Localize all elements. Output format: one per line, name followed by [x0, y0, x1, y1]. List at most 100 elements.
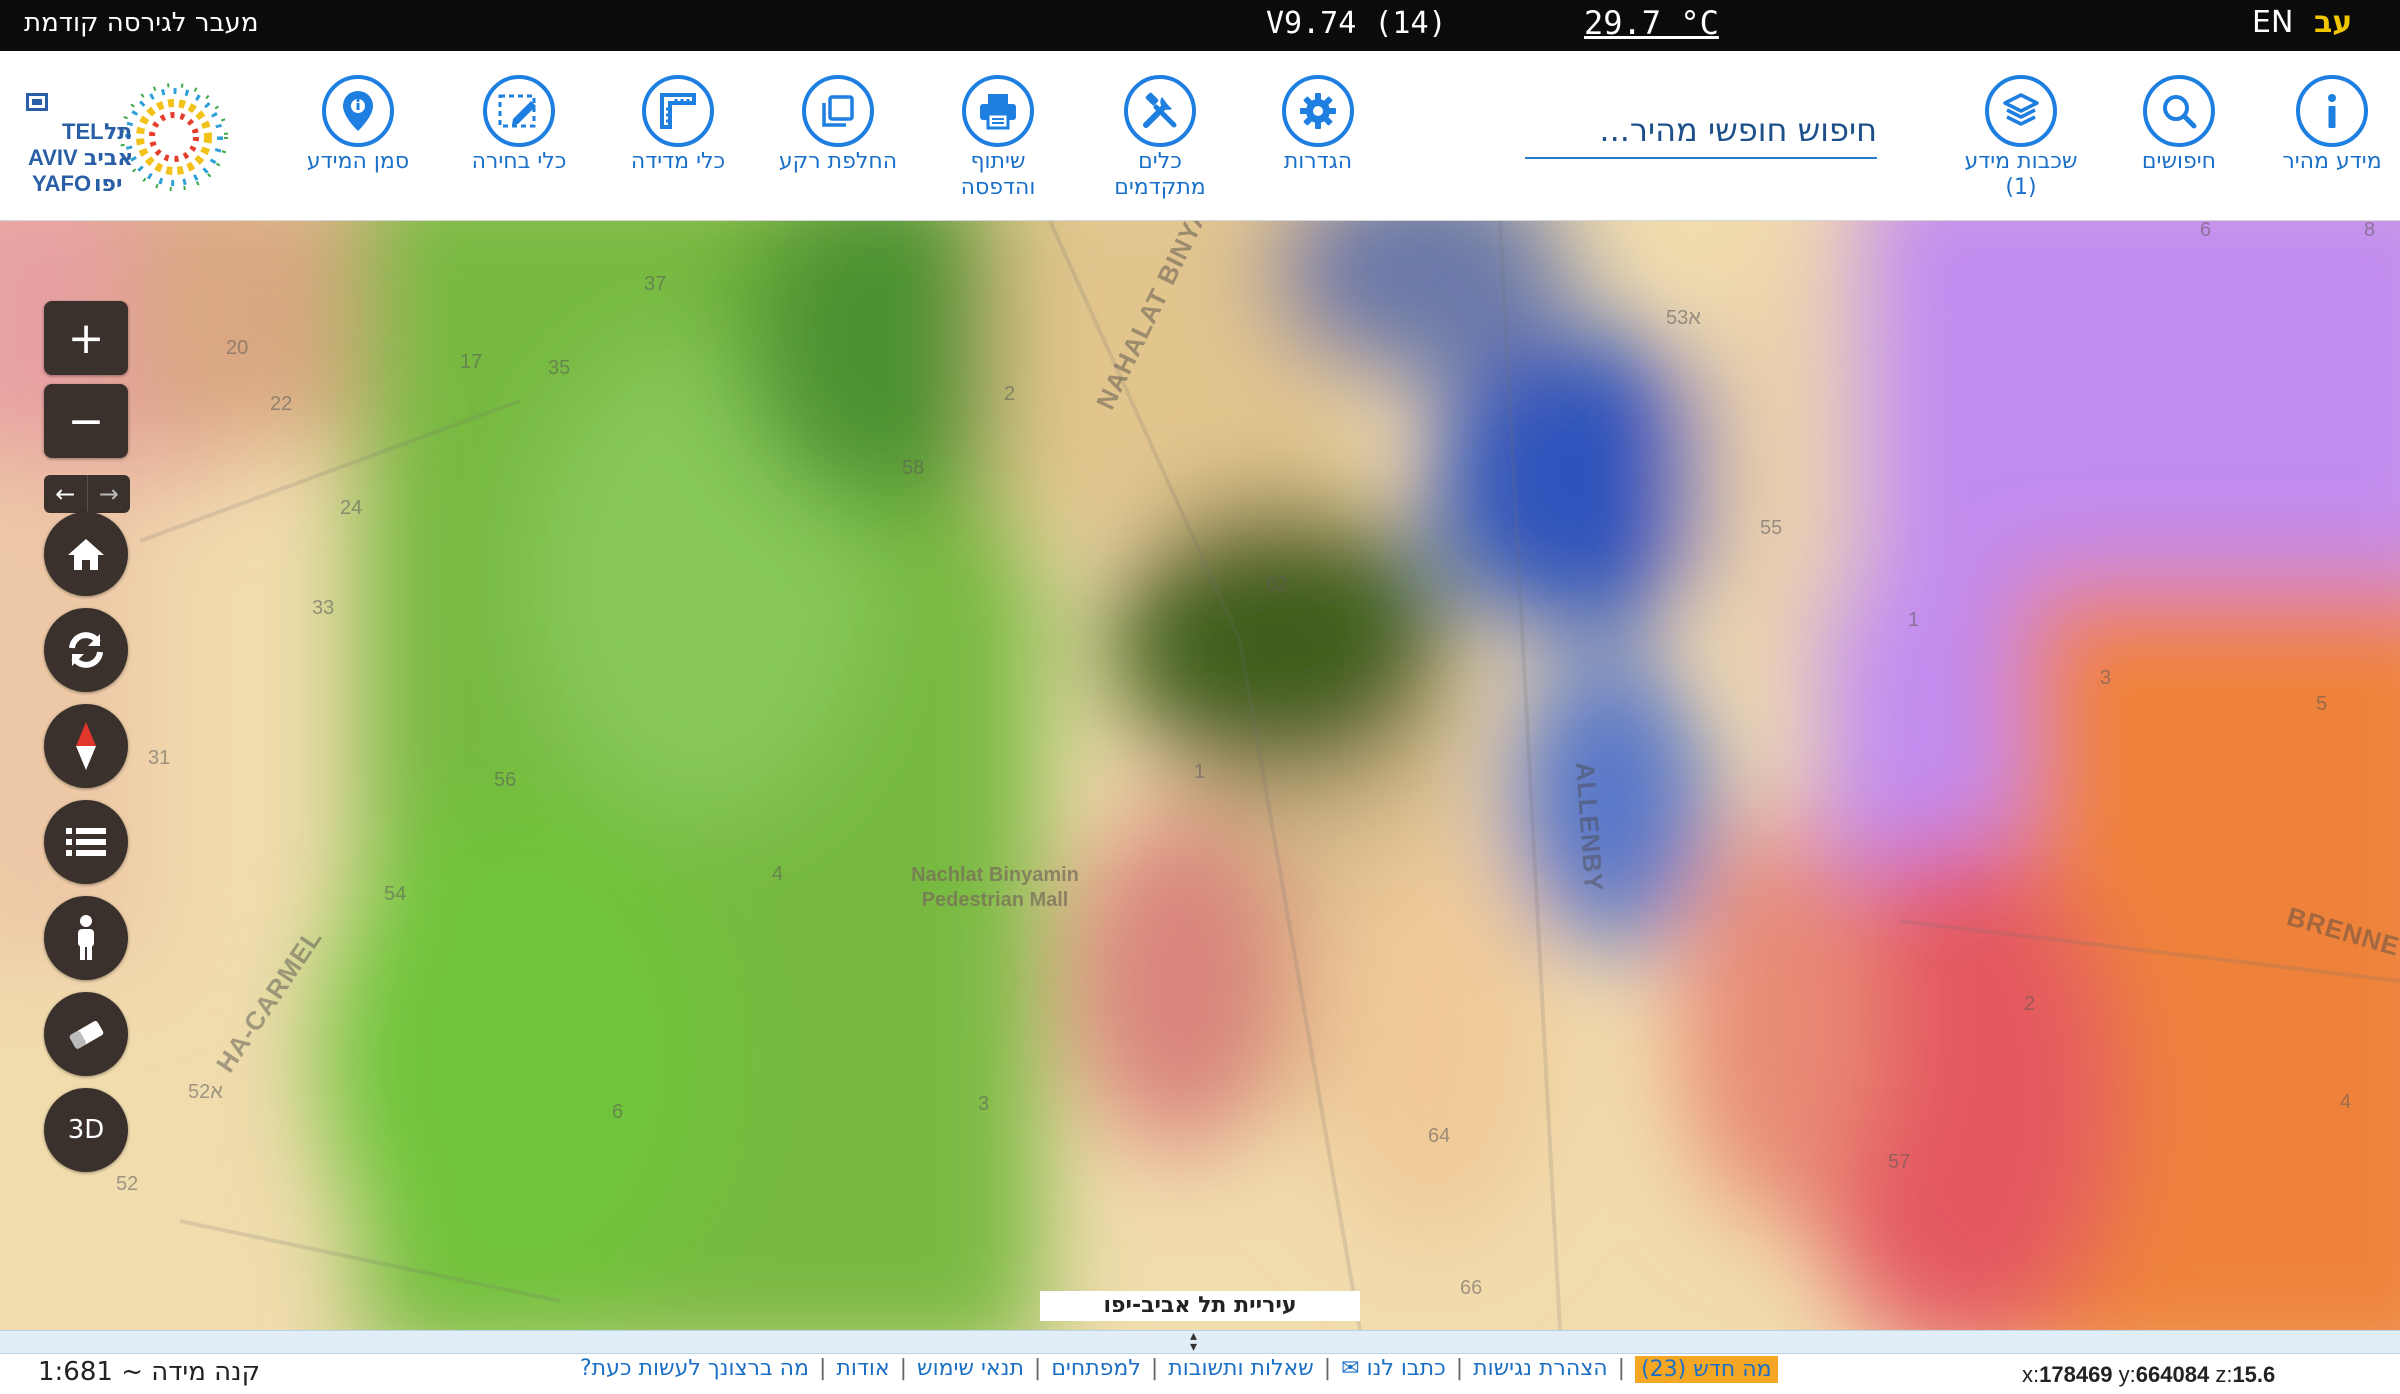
- house-number: 2: [2024, 993, 2036, 1015]
- quick-search-input[interactable]: [1525, 103, 1877, 157]
- back-arrow-icon[interactable]: ←: [44, 475, 87, 513]
- advanced-tools-button[interactable]: כלים מתקדמים: [1085, 75, 1235, 201]
- eraser-icon: [69, 1021, 104, 1049]
- share-print-button[interactable]: שיתוף והדפסה: [923, 75, 1073, 201]
- plus-icon: +: [67, 312, 105, 364]
- house-number: 31: [148, 747, 171, 769]
- footer-link-what-to-do[interactable]: מה ברצונך לעשות כעת?: [580, 1356, 809, 1383]
- svg-text:TEL: TEL: [62, 119, 104, 144]
- street-view-button[interactable]: [44, 896, 128, 980]
- coord-z-value: 15.6: [2232, 1362, 2276, 1387]
- temperature-link[interactable]: 29.7 °C: [1584, 4, 1719, 42]
- footer-link-terms[interactable]: תנאי שימוש: [917, 1356, 1024, 1383]
- coord-z-label: z:: [2209, 1362, 2233, 1387]
- home-icon: [68, 539, 104, 570]
- house-number: 22: [270, 393, 293, 415]
- expand-collapse-icon: ▴ ▾: [1190, 1328, 1198, 1355]
- house-number: 3: [2100, 667, 2112, 689]
- map-pin-icon: [322, 75, 394, 147]
- panel-resize-handle[interactable]: ▴ ▾: [0, 1328, 2400, 1355]
- footer-links: מה ברצונך לעשות כעת? | אודות | תנאי שימו…: [580, 1356, 1778, 1383]
- house-number: 58: [902, 457, 925, 479]
- measure-tools-label: כלי מדידה: [630, 149, 726, 174]
- app-root: מעבר לגירסה קודמת V9.74 (14) 29.7 °C EN …: [0, 0, 2400, 1394]
- house-number: 66: [1460, 1277, 1483, 1299]
- zoom-in-button[interactable]: +: [44, 301, 128, 375]
- house-number: 35: [548, 357, 571, 379]
- home-button[interactable]: [44, 512, 128, 596]
- minus-icon: −: [67, 395, 105, 447]
- measure-tools-button[interactable]: כלי מדידה: [603, 75, 753, 175]
- selection-tools-button[interactable]: כלי בחירה: [444, 75, 594, 175]
- house-number: 6: [612, 1101, 624, 1123]
- zoom-out-button[interactable]: −: [44, 384, 128, 458]
- house-number: 64: [1428, 1125, 1451, 1147]
- info-marker-button[interactable]: סמן המידע: [283, 75, 433, 175]
- ruler-icon: [642, 75, 714, 147]
- logo-confetti-icon: [120, 83, 228, 191]
- 3d-label: 3D: [67, 1115, 105, 1145]
- bottom-bar: קנה מידה ~ 1:681 מה ברצונך לעשות כעת? | …: [0, 1354, 2400, 1394]
- search-icon: [2143, 75, 2215, 147]
- layers-icon: [1985, 75, 2057, 147]
- main-toolbar: TEL AVIV YAFO תל אביב יפו סמן המידע כלי …: [0, 51, 2400, 221]
- house-number: 1: [1908, 609, 1920, 631]
- map-canvas[interactable]: NAHALAT BINYAMIN HA-CARMEL ALLENBY BRENN…: [0, 221, 2400, 1330]
- house-number: 56: [494, 769, 517, 791]
- map-scale-label: קנה מידה ~ 1:681: [38, 1357, 261, 1387]
- searches-button[interactable]: חיפושים: [2104, 75, 2254, 175]
- legend-list-button[interactable]: [44, 800, 128, 884]
- house-number: 6: [2200, 221, 2212, 241]
- house-number: 53א: [1666, 307, 1701, 329]
- compass-button[interactable]: [44, 704, 128, 788]
- quick-search-box: [1525, 103, 1877, 159]
- poi-label-pedestrian-mall: Nachlat Binyamin Pedestrian Mall: [880, 863, 1110, 913]
- poi-name-line1: Nachlat Binyamin: [911, 864, 1079, 886]
- printer-icon: [962, 75, 1034, 147]
- footer-link-contact[interactable]: כתבו לנו ✉: [1341, 1356, 1446, 1383]
- house-number: 62: [1266, 573, 1289, 595]
- forward-arrow-icon[interactable]: →: [86, 475, 131, 513]
- advanced-tools-label-1: כלים: [1138, 149, 1182, 174]
- footer-link-faq[interactable]: שאלות ותשובות: [1168, 1356, 1313, 1383]
- language-english-button[interactable]: EN: [2252, 5, 2293, 40]
- basemap-switch-button[interactable]: החלפת רקע: [763, 75, 913, 175]
- house-number: 52: [116, 1173, 139, 1195]
- footer-link-about[interactable]: אודות: [836, 1356, 889, 1383]
- svg-text:אביב: אביב: [84, 146, 133, 171]
- settings-label: הגדרות: [1283, 149, 1353, 174]
- previous-version-link[interactable]: מעבר לגירסה קודמת: [24, 8, 258, 38]
- quick-info-label: מידע מהיר: [2282, 149, 2382, 174]
- logo-emblem-icon: [26, 93, 48, 111]
- house-number: 37: [644, 273, 667, 295]
- coord-x-value: 178469: [2039, 1362, 2113, 1387]
- version-label: V9.74 (14): [1266, 6, 1447, 41]
- share-print-label-1: שיתוף: [970, 149, 1026, 174]
- house-number: 4: [772, 863, 784, 885]
- svg-text:YAFO: YAFO: [32, 171, 91, 196]
- basemap-switch-label: החלפת רקע: [778, 149, 898, 174]
- searches-label: חיפושים: [2141, 149, 2217, 174]
- whats-new-badge[interactable]: מה חדש (23): [1635, 1356, 1778, 1383]
- tel-aviv-yafo-logo[interactable]: TEL AVIV YAFO תל אביב יפו: [22, 79, 252, 203]
- eraser-button[interactable]: [44, 992, 128, 1076]
- coord-y-value: 664084: [2135, 1362, 2210, 1387]
- house-number: 52א: [188, 1081, 223, 1103]
- top-status-bar: מעבר לגירסה קודמת V9.74 (14) 29.7 °C EN …: [0, 0, 2400, 51]
- refresh-button[interactable]: [44, 608, 128, 692]
- footer-link-accessibility[interactable]: הצהרת נגישות: [1473, 1356, 1608, 1383]
- advanced-tools-label-2: מתקדמים: [1114, 175, 1206, 200]
- footer-link-developers[interactable]: למפתחים: [1051, 1356, 1141, 1383]
- house-number: 54: [384, 883, 407, 905]
- house-number: 1: [1194, 761, 1206, 783]
- quick-info-button[interactable]: מידע מהיר: [2264, 75, 2400, 175]
- view-3d-button[interactable]: 3D: [44, 1088, 128, 1172]
- coord-y-label: y:: [2112, 1362, 2136, 1387]
- settings-button[interactable]: הגדרות: [1243, 75, 1393, 175]
- tools-icon: [1124, 75, 1196, 147]
- house-number: 24: [340, 497, 363, 519]
- language-hebrew-button[interactable]: עב: [2314, 5, 2352, 40]
- info-layers-button[interactable]: שכבות מידע (1): [1946, 75, 2096, 201]
- house-number: 3: [978, 1093, 990, 1115]
- info-layers-label-1: שכבות מידע: [1964, 149, 2078, 174]
